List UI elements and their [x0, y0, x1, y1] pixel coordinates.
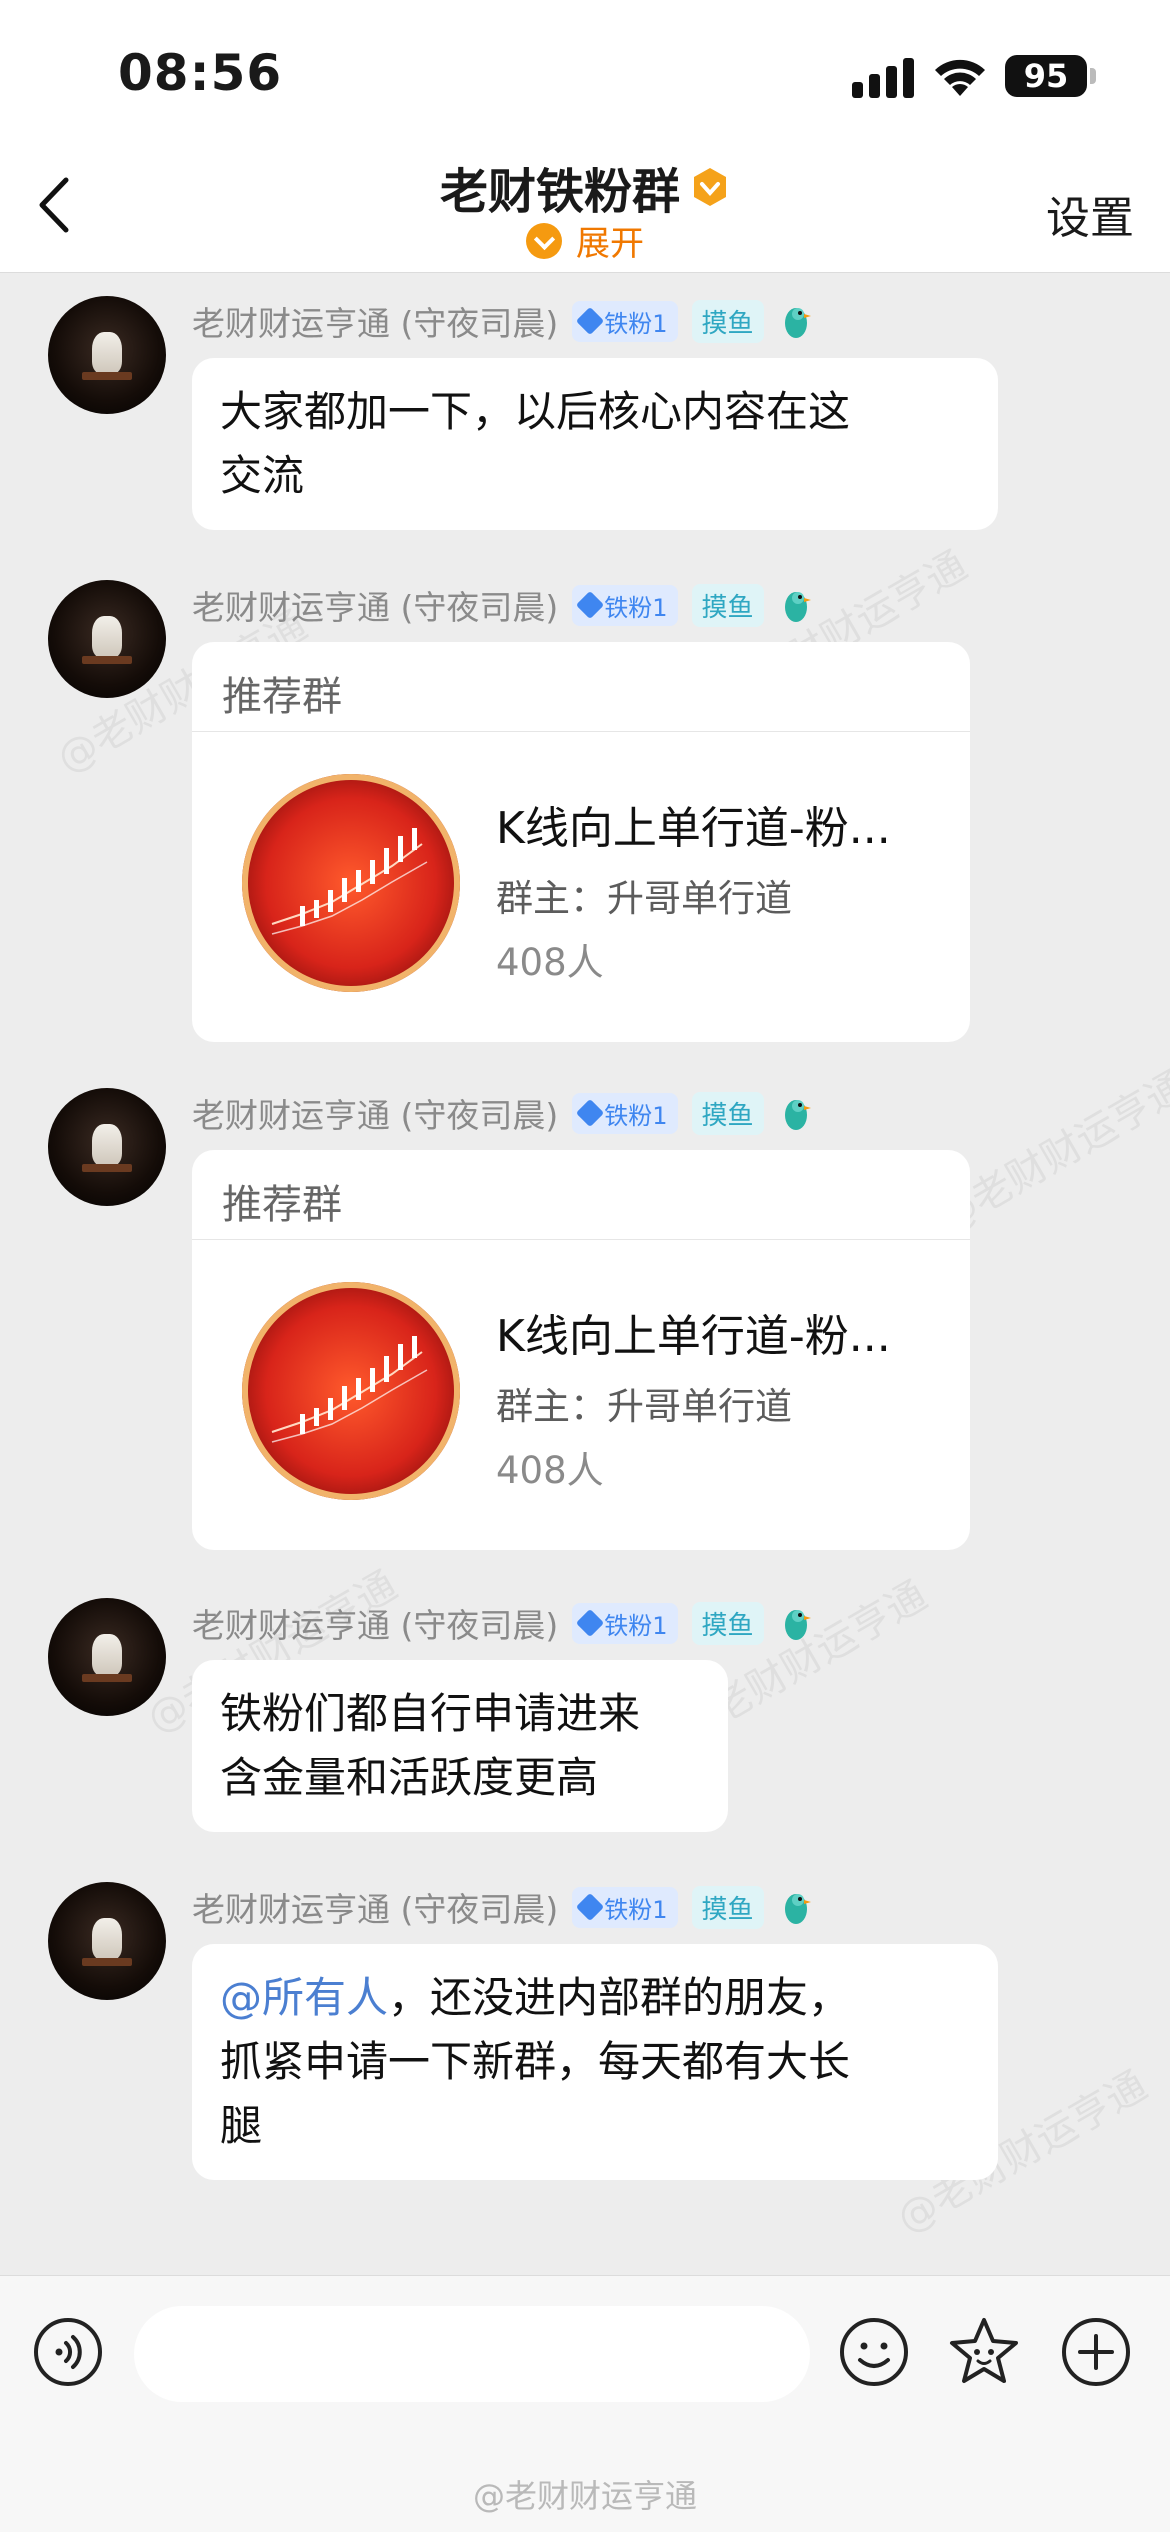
group-owner: 群主：升哥单行道: [496, 1385, 792, 1428]
sender-name: 老财财运亨通 (守夜司晨): [192, 304, 559, 343]
expand-label: 展开: [576, 224, 644, 264]
message-line: 腿: [220, 2101, 263, 2150]
member-count: 408人: [496, 1449, 604, 1492]
voice-input-icon[interactable]: [32, 2316, 104, 2388]
wifi-icon: [935, 59, 985, 96]
nav-bar: 老财铁粉群 展开 设置: [0, 140, 1170, 273]
candlestick-chart-icon: [271, 828, 428, 935]
fan-badge-label: 铁粉1: [604, 1895, 668, 1924]
cellular-signal-icon: [852, 58, 914, 98]
group-name: K线向上单行道-粉...: [496, 1311, 891, 1362]
sender-name: 老财财运亨通 (守夜司晨): [192, 1096, 559, 1135]
fan-level-badge: 铁粉1: [572, 300, 678, 342]
bird-icon: [784, 1610, 811, 1640]
chevron-down-icon: [526, 222, 562, 259]
sender-row: 老财财运亨通 (守夜司晨) 铁粉1 摸鱼: [192, 1598, 814, 1648]
diamond-icon: [576, 1608, 605, 1638]
expand-toggle[interactable]: 展开: [0, 216, 1170, 265]
member-count: 408人: [496, 941, 604, 984]
battery-tip: [1090, 68, 1096, 84]
moyu-badge: 摸鱼: [691, 1601, 764, 1645]
card-header: 推荐群: [192, 642, 970, 732]
settings-button[interactable]: 设置: [1046, 182, 1134, 246]
card-header: 推荐群: [192, 1150, 970, 1240]
fan-level-badge: 铁粉1: [572, 1886, 678, 1928]
sender-name: 老财财运亨通 (守夜司晨): [192, 1890, 559, 1929]
recommended-group-card[interactable]: 推荐群 K线向上单行道-粉... 群主：升哥单行道 408人: [192, 642, 970, 1042]
message-line: @所有人，还没进内部群的朋友，: [220, 1966, 970, 2030]
moyu-badge: 摸鱼: [691, 1091, 764, 1135]
diamond-icon: [576, 590, 605, 620]
fan-badge-label: 铁粉1: [604, 309, 668, 338]
message-bubble[interactable]: 大家都加一下，以后核心内容在这 交流: [192, 358, 998, 530]
group-title-text: 老财铁粉群: [439, 164, 680, 220]
sender-avatar[interactable]: [48, 1598, 166, 1716]
input-bar: @老财财运亨通: [0, 2275, 1170, 2532]
sender-name: 老财财运亨通 (守夜司晨): [192, 588, 559, 627]
diamond-icon: [576, 306, 605, 336]
battery-indicator: 95: [1005, 55, 1087, 97]
message-line: 抓紧申请一下新群，每天都有大长: [220, 2037, 851, 2086]
diamond-icon: [576, 1892, 605, 1922]
message-bubble[interactable]: @所有人，还没进内部群的朋友， 抓紧申请一下新群，每天都有大长 腿: [192, 1944, 998, 2180]
moyu-badge: 摸鱼: [691, 583, 764, 627]
plus-icon[interactable]: [1060, 2316, 1132, 2388]
sender-row: 老财财运亨通 (守夜司晨) 铁粉1 摸鱼: [192, 296, 814, 346]
message-line: 含金量和活跃度更高: [220, 1753, 599, 1802]
fan-badge-label: 铁粉1: [604, 1611, 668, 1640]
bird-icon: [784, 592, 811, 622]
bird-icon: [784, 1894, 811, 1924]
diamond-icon: [576, 1098, 605, 1128]
sender-avatar[interactable]: [48, 1088, 166, 1206]
mention-all-link[interactable]: @所有人: [220, 1973, 388, 2022]
message-text: ，还没进内部群的朋友，: [388, 1973, 851, 2022]
sender-row: 老财财运亨通 (守夜司晨) 铁粉1 摸鱼: [192, 1088, 814, 1138]
recommended-group-card[interactable]: 推荐群 K线向上单行道-粉... 群主：升哥单行道 408人: [192, 1150, 970, 1550]
fan-level-badge: 铁粉1: [572, 584, 678, 626]
sender-avatar[interactable]: [48, 296, 166, 414]
group-owner: 群主：升哥单行道: [496, 877, 792, 920]
sender-row: 老财财运亨通 (守夜司晨) 铁粉1 摸鱼: [192, 1882, 814, 1932]
sender-row: 老财财运亨通 (守夜司晨) 铁粉1 摸鱼: [192, 580, 814, 630]
message-bubble[interactable]: 铁粉们都自行申请进来 含金量和活跃度更高: [192, 1660, 728, 1832]
group-avatar: [242, 774, 460, 992]
sender-name: 老财财运亨通 (守夜司晨): [192, 1606, 559, 1645]
footer-watermark: @老财财运亨通: [472, 2477, 697, 2515]
bird-icon: [784, 1100, 811, 1130]
status-bar: 08:56 95: [0, 0, 1170, 140]
group-name: K线向上单行道-粉...: [496, 803, 891, 854]
status-time: 08:56: [118, 44, 283, 102]
group-title: 老财铁粉群: [0, 152, 1170, 222]
moyu-badge: 摸鱼: [691, 299, 764, 343]
message-line: 大家都加一下，以后核心内容在这: [220, 387, 851, 436]
group-avatar: [242, 1282, 460, 1500]
moyu-badge: 摸鱼: [691, 1885, 764, 1929]
candlestick-chart-icon: [271, 1336, 428, 1443]
star-sticker-icon[interactable]: [946, 2314, 1022, 2390]
verified-badge-icon: [694, 168, 726, 206]
fan-level-badge: 铁粉1: [572, 1092, 678, 1134]
message-line: 铁粉们都自行申请进来: [220, 1689, 641, 1738]
sender-avatar[interactable]: [48, 1882, 166, 2000]
emoji-icon[interactable]: [838, 2316, 910, 2388]
fan-badge-label: 铁粉1: [604, 593, 668, 622]
message-input[interactable]: [134, 2306, 810, 2402]
fan-level-badge: 铁粉1: [572, 1602, 678, 1644]
bird-icon: [784, 308, 811, 338]
fan-badge-label: 铁粉1: [604, 1101, 668, 1130]
sender-avatar[interactable]: [48, 580, 166, 698]
message-line: 交流: [220, 451, 305, 500]
